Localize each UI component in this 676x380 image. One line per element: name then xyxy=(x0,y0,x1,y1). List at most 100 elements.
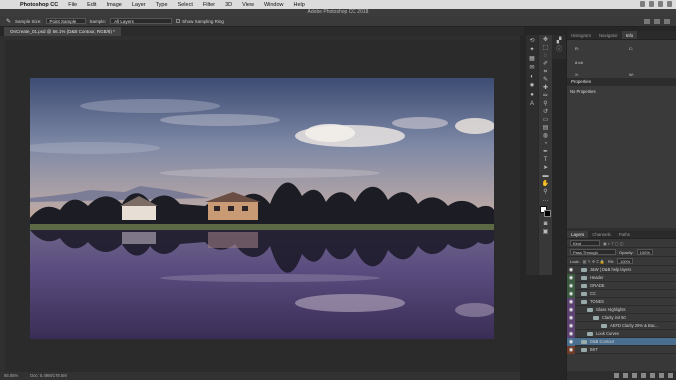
eye-icon[interactable]: ◉ xyxy=(567,313,575,322)
zoom-tool-icon[interactable]: ⚲ xyxy=(542,189,550,195)
mask-icon[interactable] xyxy=(632,373,637,378)
quick-mask-icon[interactable]: ◙ xyxy=(542,221,550,227)
eye-icon[interactable]: ◉ xyxy=(567,305,575,314)
tab-layers[interactable]: Layers xyxy=(567,231,589,238)
eyedropper-tool-icon[interactable]: ✎ xyxy=(6,18,11,25)
eye-icon[interactable]: ◉ xyxy=(567,273,575,282)
eraser-tool-icon[interactable]: ▭ xyxy=(542,117,550,123)
pen-tool-icon[interactable]: ✒ xyxy=(542,149,550,155)
layer-row[interactable]: ◉ Header xyxy=(567,273,676,282)
layer-row[interactable]: ◉ J&W | D&B help layers xyxy=(567,265,676,274)
hand-tool-icon[interactable]: ✋ xyxy=(542,181,550,187)
fx-icon[interactable] xyxy=(623,373,628,378)
background-color-swatch[interactable] xyxy=(543,210,551,217)
swatches-icon[interactable]: ▦ xyxy=(528,56,536,62)
layer-row[interactable]: ◉ CC xyxy=(567,289,676,298)
battery-icon[interactable] xyxy=(649,1,654,7)
document-tab[interactable]: OnCreate_01.psd @ 56.1% (D&B Contour, RG… xyxy=(4,27,121,36)
move-tool-icon[interactable]: ✥ xyxy=(542,37,550,43)
workspace-icon[interactable] xyxy=(654,18,660,24)
clone-stamp-tool-icon[interactable]: ⚲ xyxy=(542,101,550,107)
eye-icon[interactable]: ◉ xyxy=(567,265,575,274)
menu-select[interactable]: Select xyxy=(178,2,193,8)
eye-icon[interactable]: ◉ xyxy=(567,329,575,338)
brush-tool-icon[interactable]: ✏ xyxy=(542,93,550,99)
layer-row[interactable]: ◉ Look Curves xyxy=(567,329,676,338)
eye-icon[interactable]: ◉ xyxy=(567,297,575,306)
lasso-tool-icon[interactable]: ◌ xyxy=(542,53,550,59)
wifi-icon[interactable] xyxy=(640,1,645,7)
healing-tool-icon[interactable]: ✚ xyxy=(542,85,550,91)
history-icon[interactable]: ⟲ xyxy=(528,38,536,44)
link-layers-icon[interactable] xyxy=(614,373,619,378)
show-ring-checkbox[interactable]: Show Sampling Ring xyxy=(176,19,224,24)
quick-select-tool-icon[interactable]: ✐ xyxy=(542,61,550,67)
search-icon[interactable] xyxy=(644,18,650,24)
menu-app-name[interactable]: Photoshop CC xyxy=(20,2,58,8)
filter-icons[interactable]: ▣ ◐ T ▢ ◫ xyxy=(603,241,624,246)
menu-filter[interactable]: Filter xyxy=(203,2,215,8)
color-icon[interactable]: ● xyxy=(528,92,536,98)
eye-icon[interactable]: ◉ xyxy=(567,289,575,298)
blur-tool-icon[interactable]: ◍ xyxy=(542,133,550,139)
menu-view[interactable]: View xyxy=(242,2,254,8)
sample-select[interactable]: All Layers xyxy=(110,18,173,24)
crop-tool-icon[interactable]: ⌗ xyxy=(542,69,550,75)
layer-row[interactable]: ◉ GRADE xyxy=(567,281,676,290)
menu-layer[interactable]: Layer xyxy=(132,2,146,8)
brush-settings-icon[interactable]: ✦ xyxy=(528,47,536,53)
share-icon[interactable] xyxy=(664,18,670,24)
menu-type[interactable]: Type xyxy=(156,2,168,8)
eye-icon[interactable]: ◉ xyxy=(567,321,575,330)
adjustment-layer-icon[interactable] xyxy=(641,373,646,378)
tab-paths[interactable]: Paths xyxy=(615,231,634,238)
menu-file[interactable]: File xyxy=(68,2,77,8)
trash-icon[interactable] xyxy=(668,373,673,378)
tab-info[interactable]: Info xyxy=(621,31,638,39)
menu-image[interactable]: Image xyxy=(107,2,122,8)
character-icon[interactable]: A xyxy=(528,101,536,107)
eye-icon[interactable]: ◉ xyxy=(567,337,575,346)
zoom-level[interactable]: 56.05% xyxy=(4,372,18,380)
new-layer-icon[interactable] xyxy=(659,373,664,378)
photo-image[interactable] xyxy=(30,78,494,339)
kind-filter-select[interactable]: Kind xyxy=(570,240,600,246)
search-icon[interactable] xyxy=(658,1,663,7)
comment-icon[interactable]: ✉ xyxy=(528,65,536,71)
sample-size-select[interactable]: Point Sample xyxy=(45,18,86,24)
layer-row[interactable]: ◉ D&B Contour xyxy=(567,337,676,346)
lock-icons[interactable]: ▦ ✎ ✥ ⌗ 🔒 xyxy=(583,259,605,264)
layer-row[interactable]: ◉ Clarity init 50 xyxy=(567,313,676,322)
dodge-tool-icon[interactable]: ◔ xyxy=(542,141,550,147)
tab-histogram[interactable]: Histogram xyxy=(567,31,595,39)
apple-icon[interactable] xyxy=(6,2,12,8)
doc-size[interactable]: Doc: 5.49M/178.5M xyxy=(30,372,67,380)
new-group-icon[interactable] xyxy=(650,373,655,378)
layer-row[interactable]: ◉ Glass Highlights xyxy=(567,305,676,314)
gradient-tool-icon[interactable]: ▤ xyxy=(542,125,550,131)
info-dock-icon[interactable]: ⓘ xyxy=(555,47,563,53)
opacity-input[interactable]: 100% xyxy=(636,249,653,255)
path-select-tool-icon[interactable]: ➤ xyxy=(542,165,550,171)
styles-icon[interactable]: ✸ xyxy=(528,83,536,89)
tab-channels[interactable]: Channels xyxy=(588,231,615,238)
blend-mode-select[interactable]: Pass Through xyxy=(570,249,616,255)
menu-list-icon[interactable] xyxy=(667,1,672,7)
menu-3d[interactable]: 3D xyxy=(225,2,232,8)
layer-row[interactable]: ◉ BKT xyxy=(567,345,676,354)
type-tool-icon[interactable]: T xyxy=(542,157,550,163)
more-tools-icon[interactable]: … xyxy=(542,197,550,203)
menu-edit[interactable]: Edit xyxy=(87,2,96,8)
eyedropper-tool-icon[interactable]: ✎ xyxy=(542,77,550,83)
history-brush-tool-icon[interactable]: ↺ xyxy=(542,109,550,115)
eye-icon[interactable]: ◉ xyxy=(567,281,575,290)
histogram-dock-icon[interactable]: ▞ xyxy=(555,38,563,44)
screen-mode-icon[interactable]: ▣ xyxy=(542,229,550,235)
layer-row[interactable]: ◉ AEFD Clarity 25% & Bac... xyxy=(567,321,676,330)
tab-navigator[interactable]: Navigator xyxy=(595,31,622,39)
menu-help[interactable]: Help xyxy=(294,2,305,8)
color-swatches[interactable] xyxy=(539,206,552,218)
adjustments-icon[interactable]: ◐ xyxy=(528,74,536,80)
layer-row[interactable]: ◉ TONES xyxy=(567,297,676,306)
fill-input[interactable]: 100% xyxy=(616,258,634,264)
